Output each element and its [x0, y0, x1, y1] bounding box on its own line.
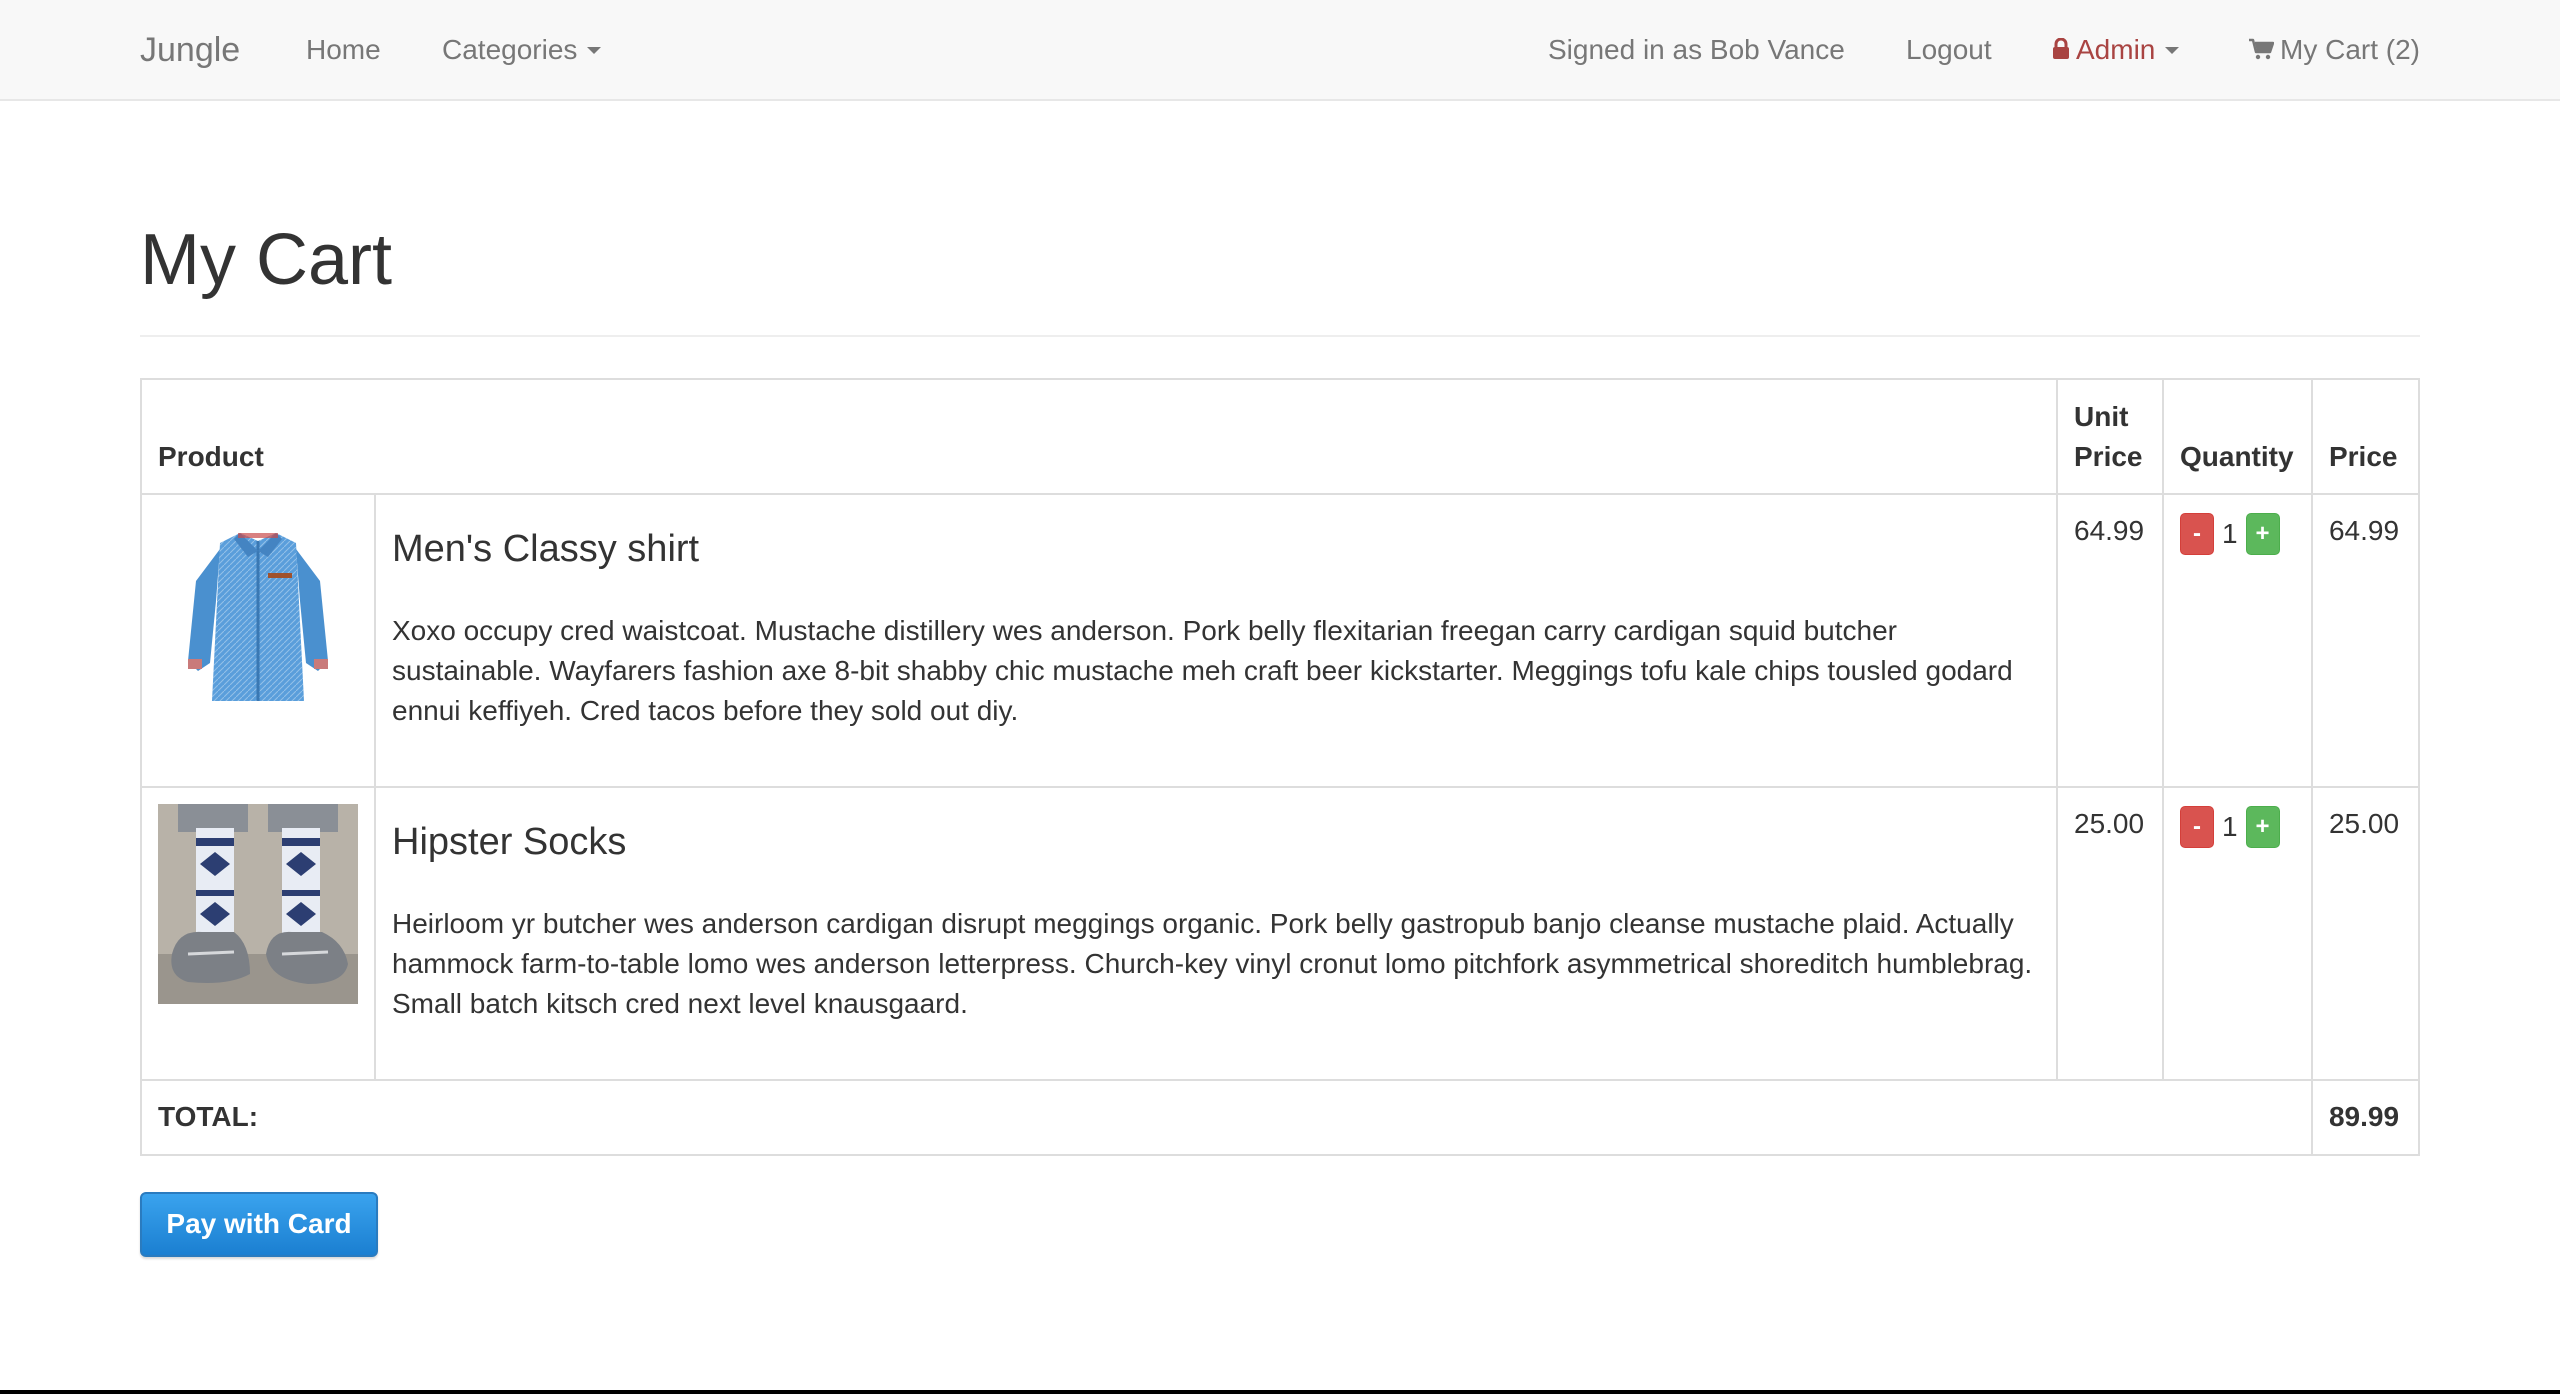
price-cell: 25.00: [2310, 786, 2421, 1081]
nav-admin-dropdown[interactable]: Admin: [2052, 31, 2180, 69]
header-unit-price-line2: Price: [2074, 441, 2143, 472]
quantity-value: 1: [2221, 811, 2238, 842]
pay-with-card-button[interactable]: Pay with Card: [140, 1192, 378, 1257]
nav-categories-label: Categories: [442, 34, 578, 65]
product-description: Heirloom yr butcher wes anderson cardiga…: [392, 908, 2033, 1019]
product-description: Xoxo occupy cred waistcoat. Mustache dis…: [392, 615, 2013, 726]
navbar: Jungle Home Categories Signed in as Bob …: [0, 0, 2560, 101]
quantity-value: 1: [2221, 518, 2238, 549]
table-row: Hipster Socks Heirloom yr butcher wes an…: [140, 786, 2421, 1081]
unit-price-cell: 64.99: [2056, 493, 2164, 788]
page-title: My Cart: [140, 220, 392, 300]
product-image-cell: [140, 786, 376, 1081]
decrease-quantity-button[interactable]: -: [2179, 806, 2214, 848]
table-row: Men's Classy shirt Xoxo occupy cred wais…: [140, 493, 2421, 788]
cart-table: Product Unit Price Quantity Price Men's …: [140, 378, 2421, 1156]
header-unit-price: Unit Price: [2056, 378, 2164, 495]
shopping-cart-icon: [2249, 38, 2274, 59]
quantity-stepper: - 1 +: [2179, 513, 2295, 555]
quantity-stepper: - 1 +: [2179, 806, 2295, 848]
socks-product-image[interactable]: [158, 804, 358, 1004]
nav-cart-link[interactable]: My Cart (2): [2248, 31, 2420, 69]
product-details-cell: Hipster Socks Heirloom yr butcher wes an…: [374, 786, 2058, 1081]
nav-admin-label: Admin: [2076, 34, 2156, 65]
product-name[interactable]: Men's Classy shirt: [392, 527, 2040, 571]
product-details-cell: Men's Classy shirt Xoxo occupy cred wais…: [374, 493, 2058, 788]
header-price: Price: [2310, 378, 2421, 495]
product-image-cell: [140, 493, 376, 788]
caret-down-icon: [2165, 46, 2180, 54]
nav-logout-link[interactable]: Logout: [1906, 31, 1992, 69]
nav-cart-label: My Cart (2): [2280, 34, 2420, 65]
shirt-product-image[interactable]: [158, 511, 358, 711]
brand-link[interactable]: Jungle: [140, 28, 240, 72]
title-divider: [140, 335, 2420, 337]
total-row: TOTAL: 89.99: [140, 1079, 2421, 1156]
quantity-cell: - 1 +: [2161, 786, 2313, 1081]
unit-price-cell: 25.00: [2056, 786, 2164, 1081]
price-cell: 64.99: [2310, 493, 2421, 788]
window-bottom-edge: [0, 1390, 2560, 1394]
signed-in-text: Signed in as Bob Vance: [1548, 34, 1845, 65]
header-quantity: Quantity: [2161, 378, 2313, 495]
total-value: 89.99: [2310, 1079, 2421, 1156]
product-name[interactable]: Hipster Socks: [392, 820, 2040, 864]
header-product: Product: [140, 378, 2058, 495]
quantity-cell: - 1 +: [2161, 493, 2313, 788]
nav-home-link[interactable]: Home: [306, 31, 381, 69]
increase-quantity-button[interactable]: +: [2245, 806, 2280, 848]
nav-categories-dropdown[interactable]: Categories: [442, 31, 602, 69]
header-unit-price-line1: Unit: [2074, 401, 2129, 432]
table-header-row: Product Unit Price Quantity Price: [140, 378, 2421, 495]
increase-quantity-button[interactable]: +: [2245, 513, 2280, 555]
caret-down-icon: [587, 46, 602, 54]
decrease-quantity-button[interactable]: -: [2179, 513, 2214, 555]
lock-icon: [2053, 37, 2069, 59]
total-label: TOTAL:: [140, 1079, 2313, 1156]
